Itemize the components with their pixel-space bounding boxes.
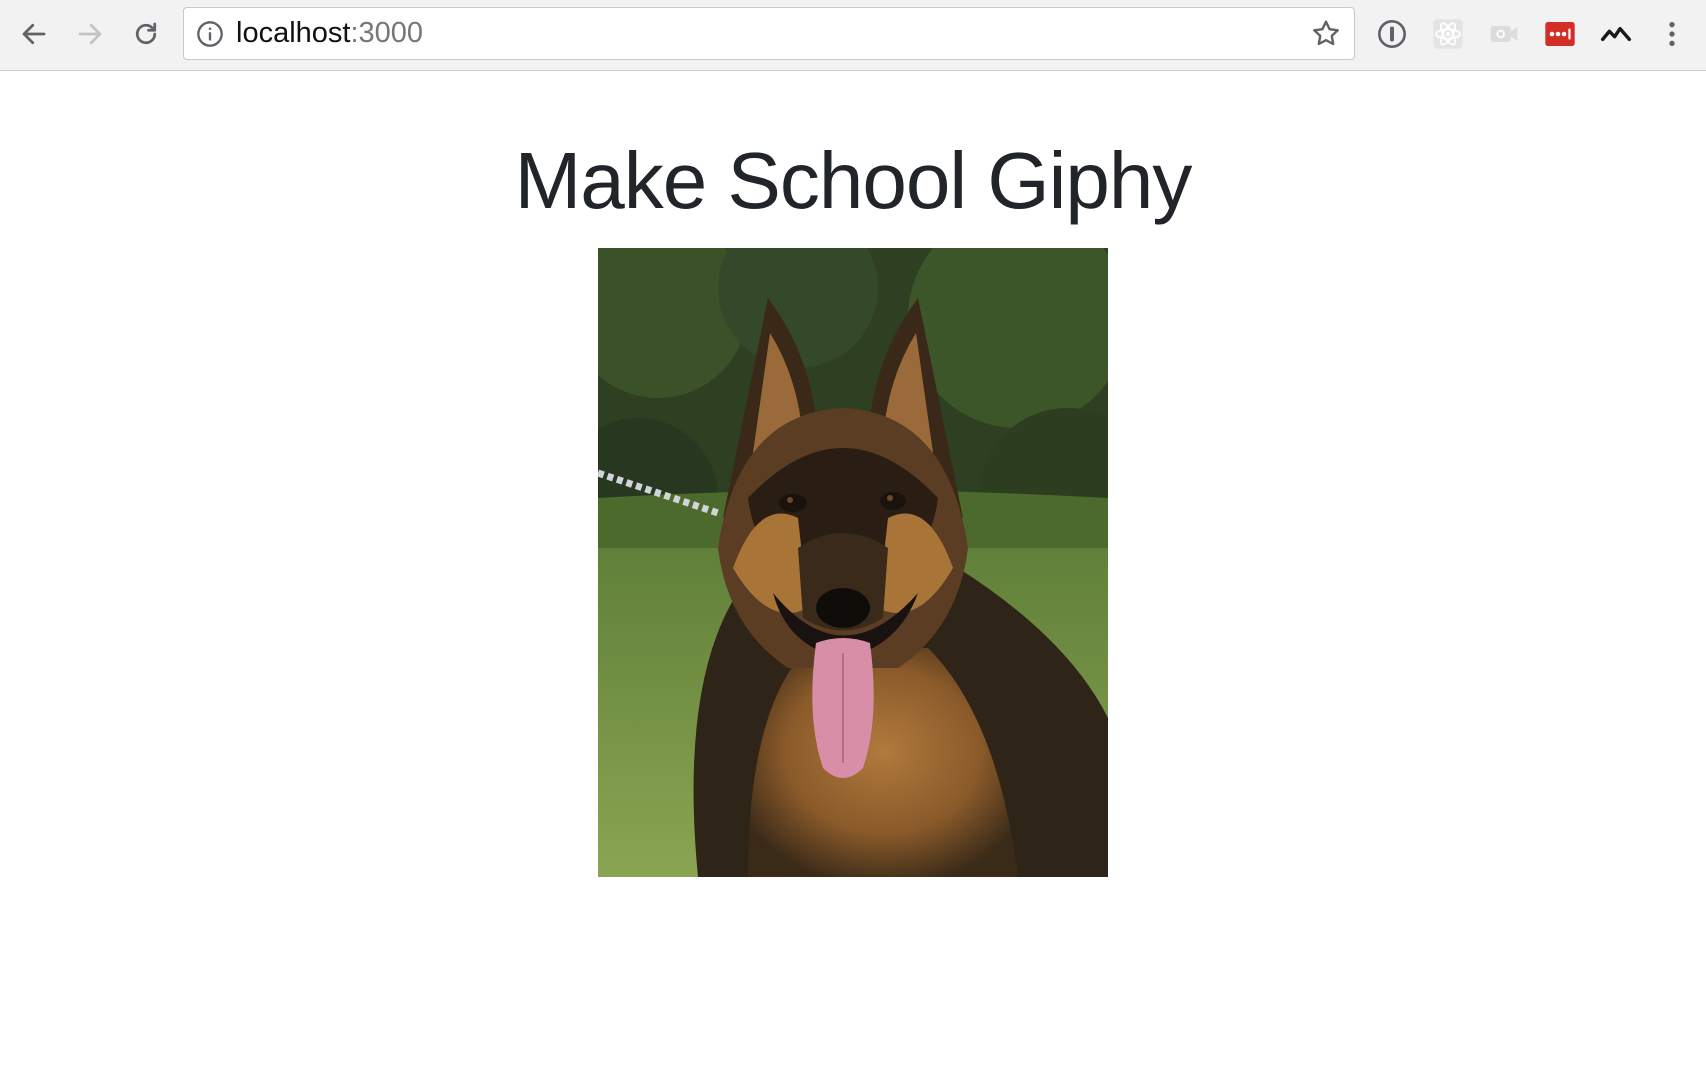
- back-button[interactable]: [14, 14, 54, 54]
- dog-photo: [598, 248, 1108, 877]
- arrow-left-icon: [22, 23, 46, 45]
- onepassword-extension[interactable]: [1374, 16, 1410, 52]
- react-devtools-extension[interactable]: [1430, 16, 1466, 52]
- lastpass-extension[interactable]: [1542, 16, 1578, 52]
- forward-button[interactable]: [70, 14, 110, 54]
- reload-button[interactable]: [126, 14, 166, 54]
- arrow-right-icon: [78, 23, 102, 45]
- screencast-icon: [1490, 26, 1518, 42]
- screencast-extension[interactable]: [1486, 16, 1522, 52]
- browser-toolbar: localhost:3000: [0, 0, 1706, 71]
- browser-menu-button[interactable]: [1654, 16, 1690, 52]
- codestream-extension[interactable]: [1598, 16, 1634, 52]
- kebab-menu-icon: [1669, 22, 1675, 46]
- giphy-image[interactable]: [598, 248, 1108, 877]
- page-content: Make School Giphy: [0, 71, 1706, 1072]
- react-devtools-icon: [1433, 19, 1463, 49]
- url-port: :3000: [350, 17, 424, 49]
- codestream-icon: [1600, 26, 1632, 42]
- url-host: localhost: [236, 17, 351, 49]
- bookmark-star-icon[interactable]: [1310, 18, 1342, 50]
- reload-icon: [135, 22, 157, 45]
- page-title: Make School Giphy: [514, 136, 1193, 225]
- lastpass-icon: [1545, 22, 1575, 46]
- info-icon[interactable]: [196, 20, 224, 48]
- url-text[interactable]: localhost:3000: [236, 8, 423, 59]
- address-bar[interactable]: localhost:3000: [183, 7, 1355, 60]
- onepassword-icon: [1378, 20, 1406, 48]
